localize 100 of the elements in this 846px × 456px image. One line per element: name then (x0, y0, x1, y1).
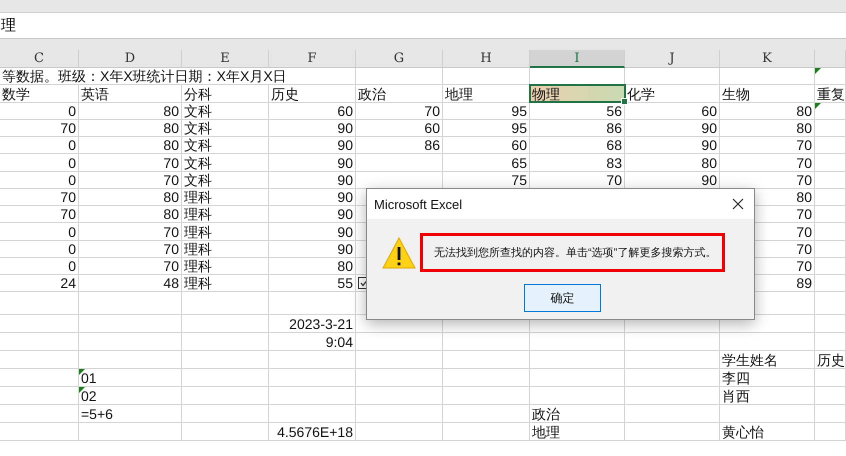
cell-text: 70 (163, 258, 179, 274)
column-header[interactable]: G (356, 50, 443, 68)
cell-text: 理科 (184, 206, 212, 222)
cell-text: 80 (163, 206, 179, 222)
cell-text: 理科 (184, 258, 212, 274)
cell-text: 80 (796, 120, 812, 136)
cell-text: 48 (163, 275, 179, 292)
cell-text: 56 (606, 102, 622, 119)
cell-text: 89 (796, 275, 812, 292)
cell-text: 70 (796, 172, 812, 188)
cell-text: 文科 (184, 120, 212, 136)
column-header[interactable]: E (182, 50, 269, 68)
cell-text: 60 (337, 102, 353, 119)
cell-text: 70 (424, 102, 440, 119)
warning-icon (382, 236, 416, 268)
cell-text: 0 (68, 224, 76, 240)
cell-text: 80 (796, 189, 812, 205)
cell-text: 地理 (532, 424, 560, 440)
cell-text: 68 (606, 137, 622, 154)
cell-text: 4.5676E+18 (277, 424, 353, 440)
cell-text: 80 (701, 154, 717, 170)
cell-text: 01 (81, 370, 97, 386)
cell-text: 0 (68, 137, 76, 154)
cell-text: 70 (796, 206, 812, 222)
cell-text: 物理 (532, 86, 560, 102)
column-header[interactable]: I (530, 50, 625, 68)
close-icon[interactable] (732, 198, 744, 210)
cell-text: 文科 (184, 172, 212, 188)
cell-text: 文科 (184, 154, 212, 170)
cell-text: 95 (511, 120, 527, 136)
cell-text: 9:04 (326, 334, 353, 350)
cell-text: 英语 (81, 86, 109, 102)
cell-text: 政治 (358, 86, 386, 102)
cell-text: 70 (796, 258, 812, 274)
cell-text: 70 (163, 154, 179, 170)
cell-text: 90 (337, 189, 353, 205)
column-header[interactable]: D (79, 50, 182, 68)
cell-text: 生物 (722, 86, 750, 102)
cell-text: 90 (701, 120, 717, 136)
cell-text: 90 (701, 172, 717, 188)
cell-text: 70 (163, 172, 179, 188)
cell-text: 0 (68, 172, 76, 188)
cell-text: 70 (60, 120, 76, 136)
cell-text: 70 (796, 224, 812, 240)
cell-text: 90 (337, 120, 353, 136)
cell-text: 60 (701, 102, 717, 119)
cell-text: 学生姓名 (722, 352, 778, 368)
cell-text: 90 (337, 154, 353, 170)
cell-text: 75 (511, 172, 527, 188)
cell-text: 分科 (184, 86, 212, 102)
cell-text: 理科 (184, 275, 212, 292)
cell-text: 历史 (817, 352, 845, 368)
cell-text: 黄心怡 (722, 424, 764, 440)
cell-text: 文科 (184, 137, 212, 154)
cell-text: 地理 (445, 86, 473, 102)
fill-handle[interactable] (621, 98, 628, 104)
cell-text: 24 (60, 275, 76, 292)
column-header[interactable]: H (443, 50, 530, 68)
cell-text: =5+6 (81, 406, 113, 422)
cell-text: 重复 (817, 86, 845, 102)
cell-text: 0 (68, 258, 76, 274)
column-header[interactable]: C (0, 50, 79, 68)
cell-text: 理科 (184, 224, 212, 240)
cell-text: 90 (701, 137, 717, 154)
column-header[interactable]: K (720, 50, 815, 68)
cell-text: 2023-3-21 (289, 316, 353, 332)
cell-text: 0 (68, 102, 76, 119)
cell-text: 80 (163, 137, 179, 154)
cell-text: 95 (511, 102, 527, 119)
cell-text: 86 (424, 137, 440, 154)
cell-text: 历史 (271, 86, 299, 102)
cell-text: 90 (337, 206, 353, 222)
cell-text: 70 (796, 240, 812, 257)
ok-button[interactable]: 确定 (524, 284, 601, 312)
cell-text: 数学 (2, 86, 30, 102)
cell-text: 李四 (722, 370, 750, 386)
cell-text: 理科 (184, 189, 212, 205)
cell-text: 90 (337, 172, 353, 188)
cell-text: 0 (68, 240, 76, 257)
column-header[interactable]: F (269, 50, 356, 68)
cell-text: 80 (163, 120, 179, 136)
cell-text: 60 (424, 120, 440, 136)
cell-text: 90 (337, 240, 353, 257)
cell-text: 70 (60, 189, 76, 205)
cell-text: 70 (796, 154, 812, 170)
cell-text: 80 (163, 189, 179, 205)
cell-text: 60 (511, 137, 527, 154)
cell-text: 70 (163, 224, 179, 240)
cell-text: 90 (337, 137, 353, 154)
cell-text: 02 (81, 388, 97, 404)
cell-text: 化学 (627, 86, 655, 102)
cell-text: 等数据。班级：X年X班统计日期：X年X月X日 (2, 68, 287, 84)
cell-text: 理科 (184, 240, 212, 257)
cell-text: 55 (337, 275, 353, 292)
cell-text: 83 (606, 154, 622, 170)
column-header[interactable]: J (625, 50, 720, 68)
cell-text: 86 (606, 120, 622, 136)
dialog-message: 无法找到您所查找的内容。单击“选项”了解更多搜索方式。 (420, 233, 726, 272)
cell-text: 文科 (184, 102, 212, 119)
cell-text: 70 (163, 240, 179, 257)
